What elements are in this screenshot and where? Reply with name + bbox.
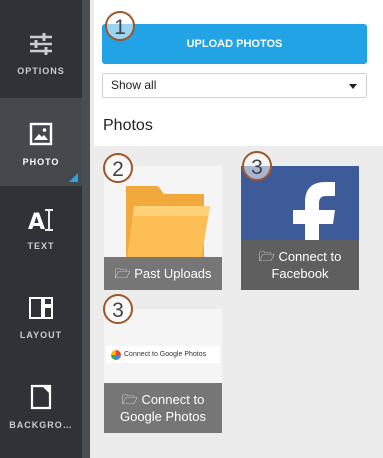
section-title: Photos	[103, 117, 153, 134]
sidebar: OPTIONS PHOTO A TEXT LAYOUT BACKGRO…	[0, 0, 82, 458]
image-icon	[29, 122, 53, 146]
connect-google-line1: Connect to	[141, 392, 205, 407]
connect-facebook-card[interactable]: 🗁 Connect to Facebook	[241, 166, 359, 290]
active-indicator	[69, 173, 78, 182]
background-icon	[30, 384, 52, 410]
sidebar-item-label: LAYOUT	[19, 330, 63, 340]
connect-facebook-line1: Connect to	[278, 249, 342, 264]
filter-value: Show all	[111, 78, 157, 92]
annotation-badge-2: 2	[103, 153, 133, 183]
sidebar-item-photo[interactable]: PHOTO	[0, 98, 82, 186]
photo-panel-screenshot: OPTIONS PHOTO A TEXT LAYOUT BACKGRO… UPL…	[0, 0, 383, 458]
google-photos-pinwheel-icon	[111, 350, 121, 360]
sidebar-scroll-track[interactable]	[82, 0, 90, 458]
chevron-down-icon	[349, 84, 357, 89]
photo-filter-select[interactable]: Show all	[102, 73, 367, 98]
connect-facebook-line2: Facebook	[271, 266, 329, 281]
sidebar-item-layout[interactable]: LAYOUT	[0, 274, 82, 362]
upload-photos-button[interactable]: UPLOAD PHOTOS	[102, 24, 367, 64]
google-preview-label: Connect to Google Photos	[124, 351, 207, 358]
layout-icon	[29, 297, 53, 319]
past-uploads-caption: 🗁 Past Uploads	[104, 257, 222, 290]
panel-header: UPLOAD PHOTOS Show all Photos	[94, 0, 383, 146]
sidebar-item-label: PHOTO	[22, 157, 60, 167]
photos-panel: UPLOAD PHOTOS Show all Photos 🗁 Past Upl…	[94, 0, 383, 458]
folder-open-icon: 🗁	[121, 392, 138, 407]
sidebar-item-background[interactable]: BACKGRO…	[0, 362, 82, 450]
sliders-icon	[30, 33, 52, 55]
connect-google-line2: Google Photos	[119, 409, 206, 424]
folder-open-icon: 🗁	[114, 266, 131, 281]
folder-open-icon: 🗁	[258, 249, 275, 264]
annotation-badge-1: 1	[105, 11, 135, 41]
google-photos-preview-bar: Connect to Google Photos	[106, 346, 220, 363]
connect-facebook-caption: 🗁 Connect to Facebook	[241, 240, 359, 290]
annotation-badge-3b: 3	[103, 294, 133, 324]
sidebar-item-text[interactable]: A TEXT	[0, 186, 82, 274]
sidebar-item-label: TEXT	[27, 241, 55, 251]
sidebar-item-label: BACKGRO…	[9, 420, 73, 430]
sidebar-item-label: OPTIONS	[17, 66, 65, 76]
connect-google-photos-card[interactable]: Connect to Google Photos 🗁 Connect to Go…	[104, 309, 222, 433]
text-cursor-icon: A	[28, 209, 53, 234]
connect-google-caption: 🗁 Connect to Google Photos	[104, 383, 222, 433]
annotation-badge-3a: 3	[242, 151, 272, 181]
svg-text:A: A	[28, 210, 45, 234]
sidebar-item-options[interactable]: OPTIONS	[0, 0, 82, 88]
past-uploads-card[interactable]: 🗁 Past Uploads	[104, 166, 222, 290]
past-uploads-label: Past Uploads	[134, 266, 212, 281]
